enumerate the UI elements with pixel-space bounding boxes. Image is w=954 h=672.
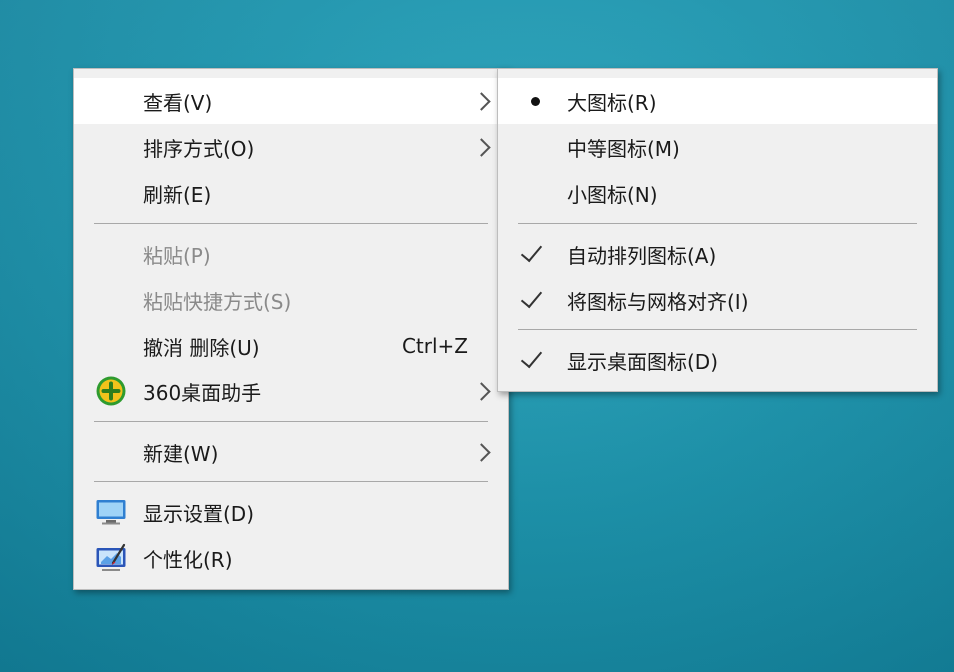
menu-item-shortcut: Ctrl+Z bbox=[401, 334, 468, 358]
radio-bullet-icon bbox=[531, 96, 540, 106]
submenu-item-label: 大图标(R) bbox=[567, 90, 657, 115]
360-assistant-icon bbox=[96, 376, 126, 406]
submenu-item-auto-arrange[interactable]: 自动排列图标(A) bbox=[498, 231, 937, 277]
menu-item-display-settings[interactable]: 显示设置(D) bbox=[74, 489, 508, 535]
menu-item-label: 粘贴(P) bbox=[143, 243, 211, 268]
submenu-item-medium-icons[interactable]: 中等图标(M) bbox=[498, 124, 937, 170]
menu-item-label: 360桌面助手 bbox=[143, 380, 262, 405]
menu-separator bbox=[518, 329, 917, 330]
menu-item-view[interactable]: 查看(V) bbox=[74, 78, 508, 124]
submenu-item-large-icons[interactable]: 大图标(R) bbox=[498, 78, 937, 124]
checkmark-icon bbox=[520, 285, 543, 309]
desktop-context-menu: 查看(V) 排序方式(O) 刷新(E) 粘贴(P) 粘贴快捷方式(S) 撤消 删… bbox=[73, 68, 509, 590]
submenu-item-label: 自动排列图标(A) bbox=[567, 243, 717, 268]
menu-separator bbox=[94, 481, 488, 482]
menu-item-label: 粘贴快捷方式(S) bbox=[143, 289, 292, 314]
personalize-icon bbox=[96, 543, 126, 571]
menu-item-undo-delete[interactable]: 撤消 删除(U) Ctrl+Z bbox=[74, 323, 508, 369]
menu-separator bbox=[518, 223, 917, 224]
menu-item-label: 撤消 删除(U) bbox=[143, 335, 260, 360]
menu-separator bbox=[94, 421, 488, 422]
menu-item-paste-shortcut[interactable]: 粘贴快捷方式(S) bbox=[74, 277, 508, 323]
submenu-item-align-to-grid[interactable]: 将图标与网格对齐(I) bbox=[498, 277, 937, 323]
menu-item-label: 刷新(E) bbox=[143, 182, 212, 207]
menu-item-label: 查看(V) bbox=[143, 90, 213, 115]
chevron-right-icon bbox=[472, 137, 491, 157]
menu-item-360-assistant[interactable]: 360桌面助手 bbox=[74, 368, 508, 414]
menu-item-label: 个性化(R) bbox=[143, 547, 233, 572]
menu-item-new[interactable]: 新建(W) bbox=[74, 429, 508, 475]
submenu-item-label: 小图标(N) bbox=[567, 182, 658, 207]
menu-item-label: 排序方式(O) bbox=[143, 136, 255, 161]
view-submenu: 大图标(R) 中等图标(M) 小图标(N) 自动排列图标(A) 将图标与网格对齐… bbox=[497, 68, 938, 392]
checkmark-icon bbox=[520, 345, 543, 369]
chevron-right-icon bbox=[472, 91, 491, 111]
menu-item-sort-by[interactable]: 排序方式(O) bbox=[74, 124, 508, 170]
chevron-right-icon bbox=[472, 381, 491, 401]
menu-item-personalize[interactable]: 个性化(R) bbox=[74, 535, 508, 581]
submenu-item-label: 中等图标(M) bbox=[567, 136, 680, 161]
menu-item-paste[interactable]: 粘贴(P) bbox=[74, 231, 508, 277]
checkmark-icon bbox=[520, 239, 543, 263]
menu-item-label: 新建(W) bbox=[143, 441, 219, 466]
submenu-item-label: 将图标与网格对齐(I) bbox=[567, 289, 749, 314]
submenu-item-label: 显示桌面图标(D) bbox=[567, 349, 719, 374]
menu-separator bbox=[94, 223, 488, 224]
submenu-item-show-desktop-icons[interactable]: 显示桌面图标(D) bbox=[498, 337, 937, 383]
chevron-right-icon bbox=[472, 442, 491, 462]
display-settings-icon bbox=[96, 500, 126, 525]
menu-item-refresh[interactable]: 刷新(E) bbox=[74, 170, 508, 216]
menu-item-label: 显示设置(D) bbox=[143, 501, 255, 526]
submenu-item-small-icons[interactable]: 小图标(N) bbox=[498, 170, 937, 216]
